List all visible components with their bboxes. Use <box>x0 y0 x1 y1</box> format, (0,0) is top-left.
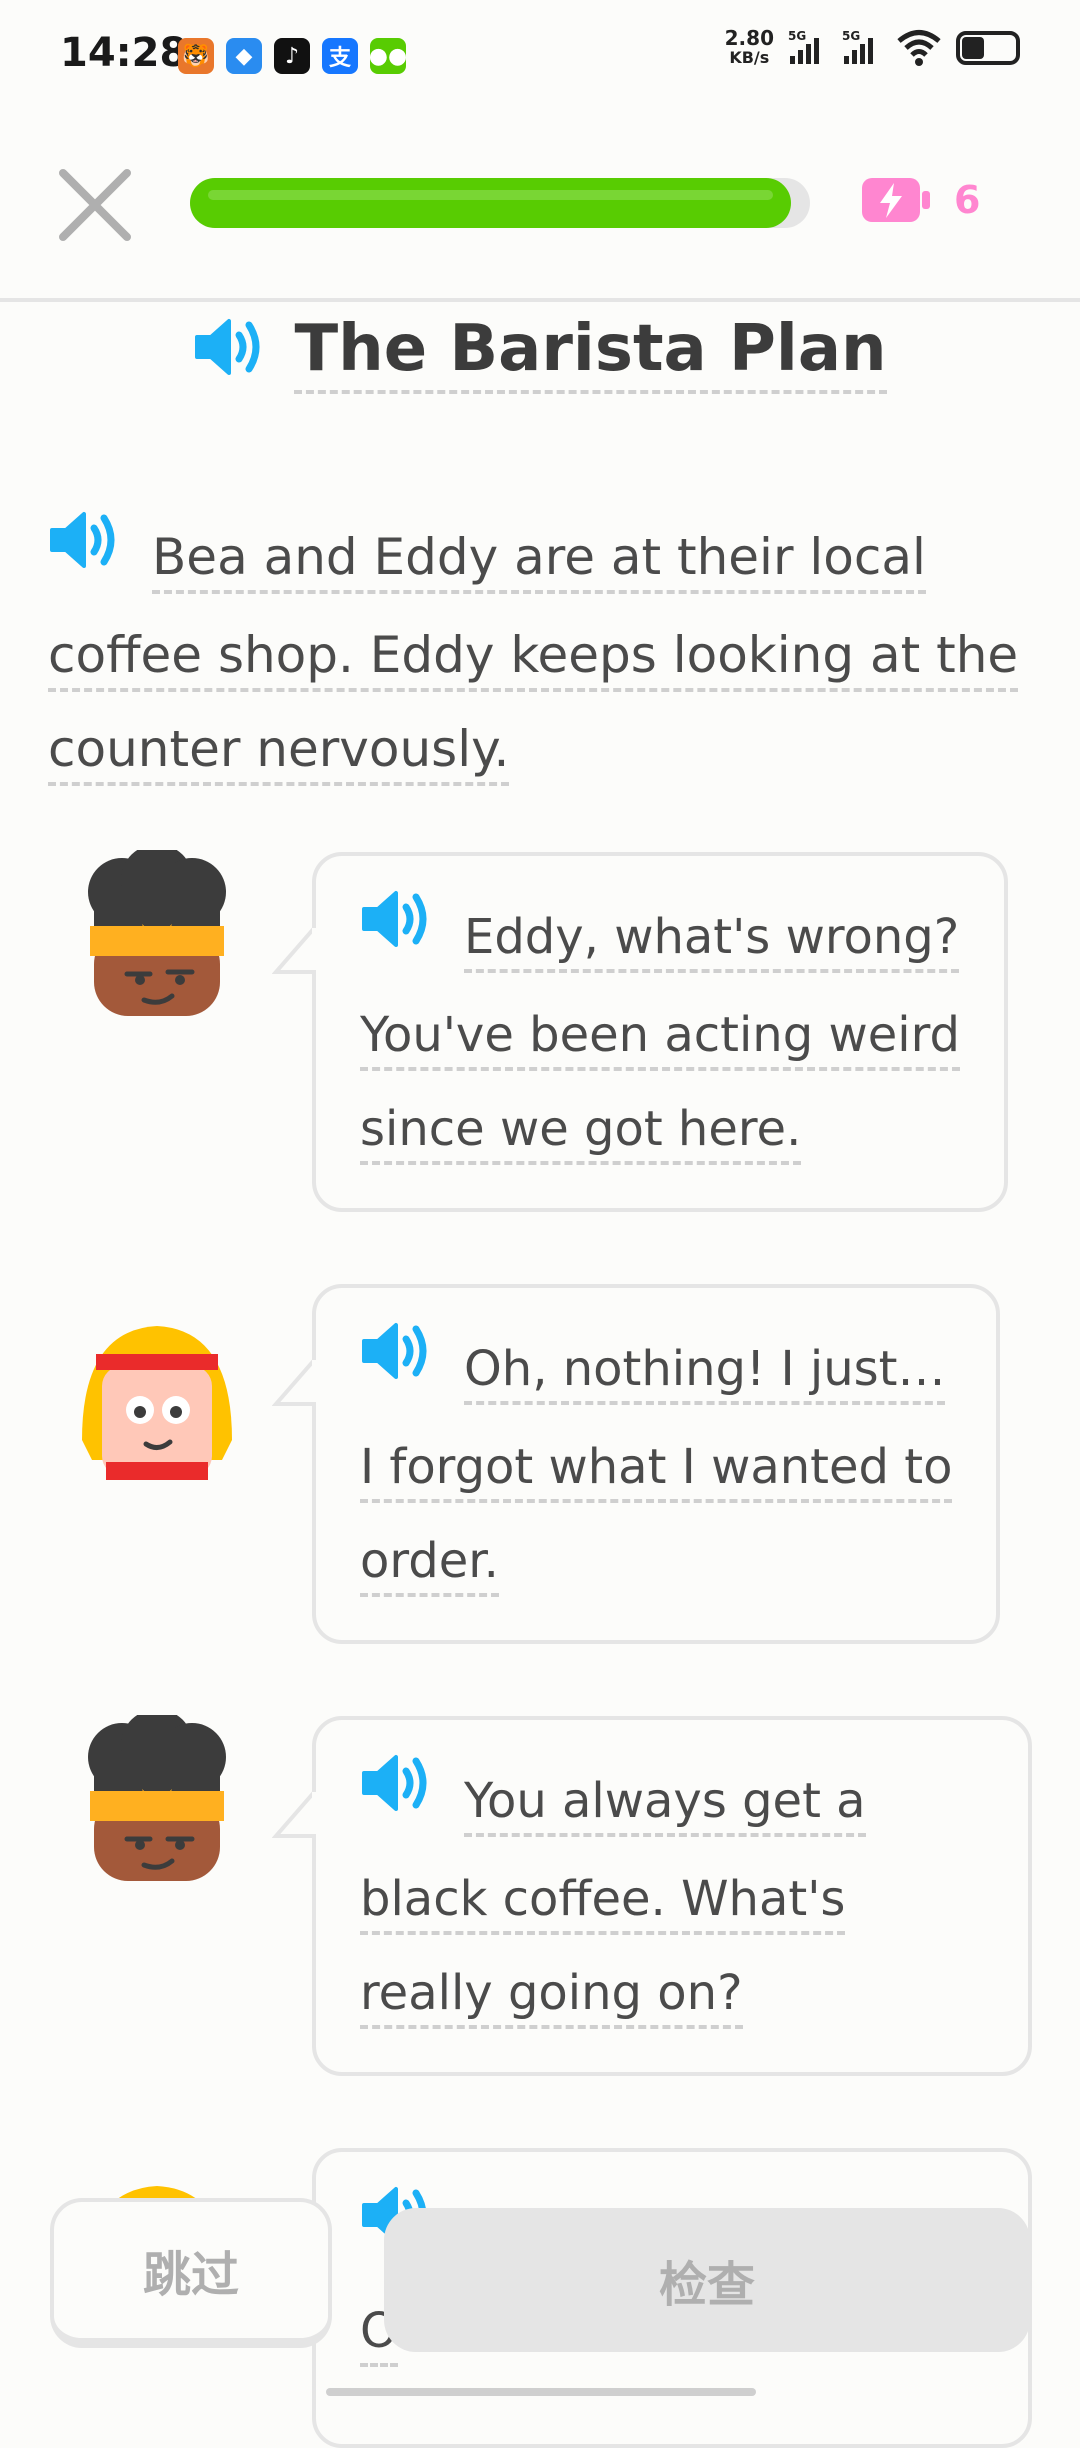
signal-icon-2: 5G <box>842 29 873 64</box>
dialogue-bubble: Eddy, what's wrong? You've been acting w… <box>272 852 1008 1212</box>
battery-icon <box>956 31 1020 65</box>
energy-battery-icon <box>862 178 930 222</box>
bea-avatar <box>72 1310 242 1490</box>
net-speed: 2.80 KB/s <box>725 28 774 68</box>
lesson-progress-fill <box>190 178 792 228</box>
net-speed-value: 2.80 <box>724 26 774 50</box>
narration-speaker-button[interactable] <box>48 508 122 602</box>
eddy-avatar <box>72 844 242 1030</box>
energy-indicator[interactable]: 6 <box>860 174 980 226</box>
status-right: 2.80 KB/s 5G 5G <box>725 28 1020 68</box>
wifi-icon <box>897 30 941 66</box>
tiger-app-icon: 🐯 <box>178 38 214 74</box>
skip-button[interactable]: 跳过 <box>50 2198 332 2348</box>
signal-2-label: 5G <box>842 29 860 43</box>
check-button[interactable]: 检查 <box>384 2208 1030 2352</box>
title-speaker-button[interactable] <box>193 315 267 383</box>
duolingo-icon: ●● <box>369 38 407 74</box>
home-indicator[interactable] <box>326 2388 756 2396</box>
signal-icon: 5G <box>788 29 819 64</box>
speaker-icon <box>362 1754 427 1811</box>
notification-icons: 🐯 ◆ ♪ 支 ●● <box>178 38 407 74</box>
tiktok-icon: ♪ <box>274 38 310 74</box>
speaker-icon <box>50 511 115 568</box>
speaker-icon <box>195 319 260 375</box>
narration-block: Bea and Eddy are at their local coffee s… <box>48 510 1038 796</box>
line-speaker-button[interactable] <box>360 1751 434 1846</box>
energy-count: 6 <box>954 178 981 222</box>
bubble-tail <box>272 926 316 974</box>
eddy-avatar <box>72 1709 242 1895</box>
speaker-icon <box>362 890 427 947</box>
lesson-progress-bar <box>190 178 810 228</box>
bubble-tail <box>272 1358 316 1406</box>
dialogue-text[interactable]: Eddy, what's wrong? You've been acting w… <box>360 909 960 1165</box>
narration-text[interactable]: Bea and Eddy are at their local coffee s… <box>48 528 1019 786</box>
close-button[interactable] <box>55 165 135 245</box>
alipay-icon: 支 <box>322 38 358 74</box>
bubble-tail <box>272 1790 316 1838</box>
status-bar: 14:28 🐯 ◆ ♪ 支 ●● 2.80 KB/s 5G 5G <box>0 0 1080 110</box>
dialogue-bubble: Oh, nothing! I just… I forgot what I wan… <box>272 1284 1000 1644</box>
speaker-icon <box>362 1322 427 1379</box>
close-icon <box>59 169 131 241</box>
dialogue-text[interactable]: You always get a black coffee. What's re… <box>360 1773 866 2029</box>
signal-1-label: 5G <box>788 29 806 43</box>
story-title-row: The Barista Plan <box>0 312 1080 394</box>
net-speed-unit: KB/s <box>729 48 770 67</box>
header-divider <box>0 298 1080 302</box>
blue-app-icon: ◆ <box>226 38 262 74</box>
dialogue-bubble: You always get a black coffee. What's re… <box>272 1716 1032 2076</box>
line-speaker-button[interactable] <box>360 1319 434 1414</box>
story-title[interactable]: The Barista Plan <box>294 312 887 394</box>
clock: 14:28 <box>60 30 188 76</box>
line-speaker-button[interactable] <box>360 887 434 982</box>
dialogue-text[interactable]: Oh, nothing! I just… I forgot what I wan… <box>360 1341 953 1597</box>
